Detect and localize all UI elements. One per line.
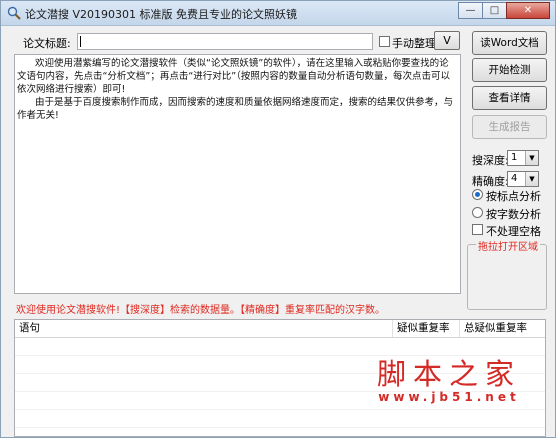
precision-value: 4	[511, 173, 518, 184]
magnifier-icon	[7, 6, 21, 20]
grid-header: 语句 疑似重复率 总疑似重复率	[15, 320, 545, 338]
start-check-button[interactable]: 开始检测	[472, 58, 547, 82]
title-bar: 论文潜搜 V20190301 标准版 免费且专业的论文照妖镜 — □ ✕	[1, 1, 555, 26]
v-button[interactable]: V	[434, 31, 460, 50]
content-paragraph-1: 欢迎使用潜紫编写的论文潜搜软件（类似“论文照妖镜”的软件），请在这里输入或粘贴你…	[17, 58, 450, 95]
maximize-icon: □	[489, 5, 500, 16]
caption-buttons: — □ ✕	[458, 2, 550, 19]
depth-value: 1	[511, 152, 518, 163]
maximize-button[interactable]: □	[482, 2, 507, 19]
depth-label: 搜深度:	[472, 154, 509, 167]
title-input[interactable]	[77, 33, 373, 50]
radio-punctuation[interactable]	[472, 189, 483, 200]
watermark-url: www.jb51.net	[378, 390, 520, 404]
radio-char-count[interactable]	[472, 207, 483, 218]
precision-select[interactable]: 4 ▼	[507, 171, 539, 187]
close-button[interactable]: ✕	[506, 2, 550, 19]
window-title: 论文潜搜 V20190301 标准版 免费且专业的论文照妖镜	[25, 8, 298, 21]
depth-select[interactable]: 1 ▼	[507, 150, 539, 166]
minimize-button[interactable]: —	[458, 2, 483, 19]
drag-area-title: 拖拉打开区域	[476, 238, 540, 253]
precision-label: 精确度:	[472, 175, 509, 188]
grid-row-line	[15, 409, 545, 410]
generate-report-button[interactable]: 生成报告	[472, 115, 547, 139]
content-paragraph-2: 由于是基于百度搜索制作而成，因而搜索的速度和质量依据网络速度而定，搜索的结果仅供…	[17, 97, 454, 121]
column-header-sentence[interactable]: 语句	[15, 320, 393, 337]
watermark-main-text: 脚本之家	[376, 357, 521, 391]
ignore-spaces-label: 不处理空格	[486, 225, 541, 238]
radio-char-count-label: 按字数分析	[486, 208, 541, 221]
drag-open-area[interactable]: 拖拉打开区域	[467, 238, 547, 310]
radio-punctuation-label: 按标点分析	[486, 190, 541, 203]
grid-row-line	[15, 427, 545, 428]
column-header-total-similarity[interactable]: 总疑似重复率	[460, 320, 545, 337]
content-textarea[interactable]: 欢迎使用潜紫编写的论文潜搜软件（类似“论文照妖镜”的软件），请在这里输入或粘贴你…	[14, 54, 461, 294]
watermark-logo: 脚本之家 www.jb51.net	[377, 358, 521, 404]
close-icon: ✕	[523, 5, 533, 16]
auto-tidy-checkbox[interactable]	[379, 36, 390, 47]
ignore-spaces-checkbox[interactable]	[472, 224, 483, 235]
minimize-icon: —	[465, 5, 476, 16]
chevron-down-icon: ▼	[525, 172, 538, 186]
app-window: 论文潜搜 V20190301 标准版 免费且专业的论文照妖镜 — □ ✕ 论文标…	[0, 0, 556, 438]
text-caret	[80, 36, 81, 47]
read-word-button[interactable]: 读Word文档	[472, 31, 547, 55]
notice-text: 欢迎使用论文潜搜软件!【搜深度】检索的数据量。【精确度】重复率匹配的汉字数。	[16, 305, 386, 316]
grid-row-line	[15, 355, 545, 356]
column-header-similarity[interactable]: 疑似重复率	[393, 320, 460, 337]
auto-tidy-label: 手动整理	[392, 37, 436, 50]
title-label: 论文标题:	[23, 37, 71, 50]
chevron-down-icon: ▼	[525, 151, 538, 165]
view-details-button[interactable]: 查看详情	[472, 86, 547, 110]
